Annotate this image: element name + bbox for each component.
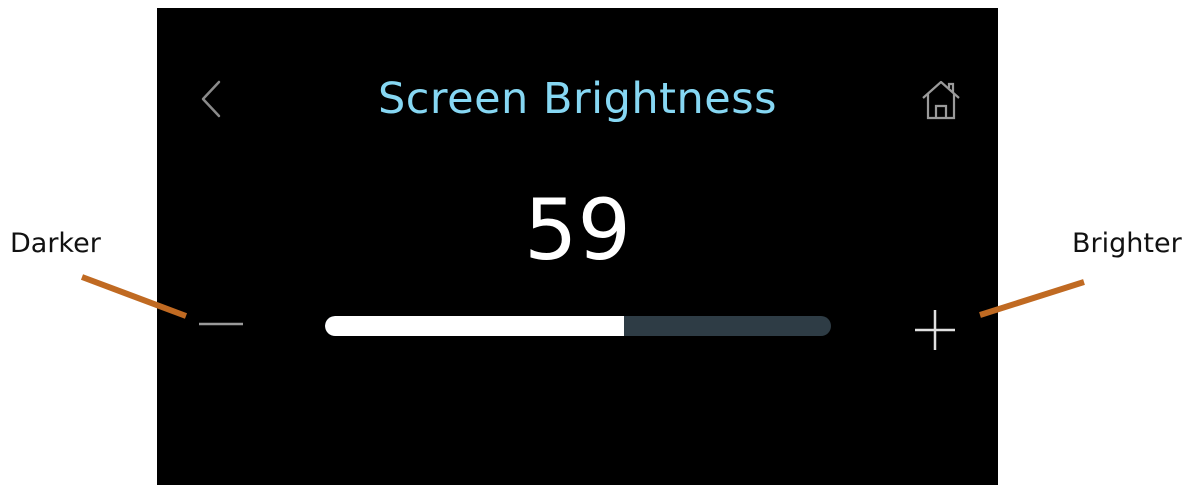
- home-icon: [922, 80, 960, 120]
- annotated-figure: Screen Brightness 59 Darker Brighter: [0, 0, 1188, 485]
- decrease-brightness-button[interactable]: [197, 308, 247, 338]
- brightness-slider[interactable]: [325, 316, 831, 336]
- brighter-label: Brighter: [1072, 228, 1182, 259]
- brightness-value: 59: [524, 181, 631, 279]
- plus-icon: [915, 310, 955, 350]
- minus-icon: [199, 322, 243, 326]
- darker-label: Darker: [10, 228, 101, 259]
- home-button[interactable]: [919, 78, 963, 122]
- increase-brightness-button[interactable]: [913, 308, 957, 352]
- page-title: Screen Brightness: [377, 74, 778, 124]
- device-screen: Screen Brightness 59: [157, 8, 998, 485]
- brightness-slider-fill: [325, 316, 624, 336]
